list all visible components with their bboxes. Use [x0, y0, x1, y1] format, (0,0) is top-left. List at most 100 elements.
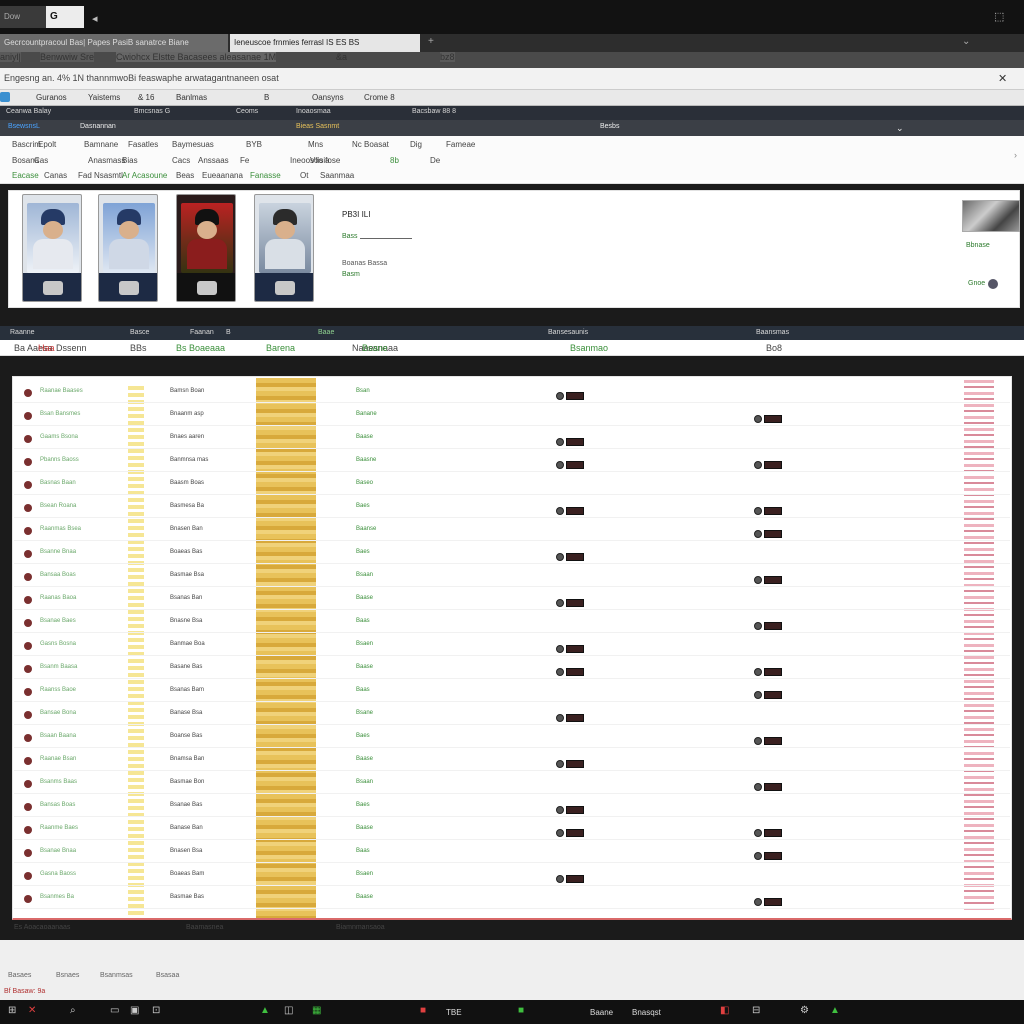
menu-item[interactable]: Epolt: [38, 140, 56, 149]
row-badge[interactable]: [752, 850, 784, 861]
app-header-item[interactable]: Bacsbaw 88 8: [412, 108, 456, 115]
menu-item[interactable]: Nc Boasat: [352, 140, 389, 149]
column-header[interactable]: Basce: [130, 329, 149, 336]
menu-item[interactable]: Anssaas: [198, 156, 229, 165]
cell-name[interactable]: Basnas Baan: [40, 480, 76, 486]
cell-status[interactable]: Baes: [356, 549, 370, 555]
new-tab-icon[interactable]: +: [428, 36, 434, 47]
cell-status[interactable]: Bsaan: [356, 779, 373, 785]
menu-item[interactable]: Eacase: [12, 171, 39, 180]
row-badge[interactable]: [752, 735, 784, 746]
start-icon[interactable]: ⊞: [8, 1005, 16, 1016]
cell-name[interactable]: Bsanms Baas: [40, 779, 77, 785]
product-link[interactable]: Bass: [342, 233, 358, 240]
table-row[interactable]: [14, 448, 1010, 449]
toolbar-item[interactable]: Oansyns: [312, 93, 344, 102]
table-row[interactable]: [14, 724, 1010, 725]
filter-item[interactable]: Bsane: [362, 343, 388, 353]
table-row[interactable]: [14, 609, 1010, 610]
bookmark-item[interactable]: bz8: [440, 52, 455, 62]
cell-name[interactable]: Gasna Baoss: [40, 871, 76, 877]
cell-name[interactable]: Bsanmes Ba: [40, 894, 74, 900]
filter-item[interactable]: Bs Boaeaaa: [176, 343, 225, 353]
cell-status[interactable]: Baase: [356, 434, 373, 440]
cell-name[interactable]: Gasns Bosna: [40, 641, 76, 647]
filter-item[interactable]: Dssenn: [56, 343, 87, 353]
row-badge[interactable]: [554, 643, 586, 654]
menu-item[interactable]: Eueaanana: [202, 171, 243, 180]
filter-item[interactable]: Bsanmao: [570, 343, 608, 353]
toolbar-item[interactable]: Yaistems: [88, 93, 120, 102]
bottom-item[interactable]: Bsnaes: [56, 972, 79, 979]
menu-item[interactable]: Bascrim: [12, 140, 41, 149]
dropdown-icon[interactable]: ⌄: [896, 123, 904, 134]
row-badge[interactable]: [554, 758, 586, 769]
cell-name[interactable]: Raanae Bsan: [40, 756, 76, 762]
avatar[interactable]: [988, 279, 998, 289]
table-row[interactable]: [14, 425, 1010, 426]
menu-item[interactable]: Anasmass: [88, 156, 125, 165]
menu-item[interactable]: Cas: [34, 156, 48, 165]
taskbar-icon[interactable]: ▣: [130, 1005, 139, 1016]
table-row[interactable]: [14, 770, 1010, 771]
column-header[interactable]: Bansesaunis: [548, 329, 588, 336]
row-badge[interactable]: [752, 505, 784, 516]
row-badge[interactable]: [554, 873, 586, 884]
column-header[interactable]: Raanne: [10, 329, 35, 336]
table-row[interactable]: [14, 517, 1010, 518]
taskbar-icon[interactable]: ▲: [260, 1005, 270, 1016]
cell-status[interactable]: Baas: [356, 687, 370, 693]
menu-item[interactable]: Fameae: [446, 140, 475, 149]
cell-status[interactable]: Baase: [356, 894, 373, 900]
taskbar-icon[interactable]: ■: [420, 1005, 426, 1016]
menu-item[interactable]: Fad Nsasmtl: [78, 171, 123, 180]
window-tab-download[interactable]: Dow: [0, 6, 46, 28]
table-row[interactable]: [14, 701, 1010, 702]
column-header[interactable]: Baansmas: [756, 329, 789, 336]
table-row[interactable]: [14, 908, 1010, 909]
cell-name[interactable]: Bsaan Baana: [40, 733, 76, 739]
table-row[interactable]: [14, 471, 1010, 472]
menu-item[interactable]: Bias: [122, 156, 138, 165]
table-row[interactable]: [14, 816, 1010, 817]
cell-status[interactable]: Baes: [356, 503, 370, 509]
taskbar-icon[interactable]: ▦: [312, 1005, 321, 1016]
row-badge[interactable]: [554, 551, 586, 562]
bookmark-item[interactable]: aniyl|: [0, 52, 21, 62]
menu-item[interactable]: Beas: [176, 171, 194, 180]
cell-status[interactable]: Bsane: [356, 710, 373, 716]
cell-status[interactable]: Baes: [356, 733, 370, 739]
app-header-item[interactable]: Bmcsnas G: [134, 108, 170, 115]
row-badge[interactable]: [554, 666, 586, 677]
filter-item[interactable]: Haa: [38, 343, 55, 353]
taskbar-icon[interactable]: ◫: [284, 1005, 293, 1016]
filter-item[interactable]: Barena: [266, 343, 295, 353]
cell-name[interactable]: Bansaa Boas: [40, 572, 76, 578]
app-header-item[interactable]: Ceanwa Balay: [6, 108, 51, 115]
row-badge[interactable]: [554, 804, 586, 815]
app-header-item[interactable]: Ceoms: [236, 108, 258, 115]
address-text[interactable]: Engesng an. 4% 1N thannmwoBi feaswaphe a…: [4, 73, 279, 83]
bottom-item[interactable]: Bsasaa: [156, 972, 179, 979]
taskbar-icon[interactable]: ■: [518, 1005, 524, 1016]
bottom-item[interactable]: Basaes: [8, 972, 31, 979]
table-row[interactable]: [14, 793, 1010, 794]
tab-menu-icon[interactable]: ⌄: [962, 36, 970, 47]
toolbar-item[interactable]: & 16: [138, 93, 154, 102]
app-subheader-item[interactable]: Besbs: [600, 123, 619, 130]
cell-name[interactable]: Bsanm Baasa: [40, 664, 77, 670]
trading-card[interactable]: [22, 194, 82, 302]
taskbar-icon[interactable]: ▲: [830, 1005, 840, 1016]
menu-item[interactable]: Ar Acasoune: [122, 171, 167, 180]
toolbar-item[interactable]: Banlmas: [176, 93, 207, 102]
filter-item[interactable]: Bo8: [766, 343, 782, 353]
menu-item[interactable]: Canas: [44, 171, 67, 180]
menu-item[interactable]: Fe: [240, 156, 249, 165]
cell-status[interactable]: Baase: [356, 825, 373, 831]
product-thumbnail[interactable]: [962, 200, 1020, 232]
table-row[interactable]: [14, 862, 1010, 863]
table-row[interactable]: [14, 747, 1010, 748]
row-badge[interactable]: [752, 666, 784, 677]
menu-item[interactable]: Baymesuas: [172, 140, 214, 149]
menu-item[interactable]: Vfisia: [310, 156, 330, 165]
